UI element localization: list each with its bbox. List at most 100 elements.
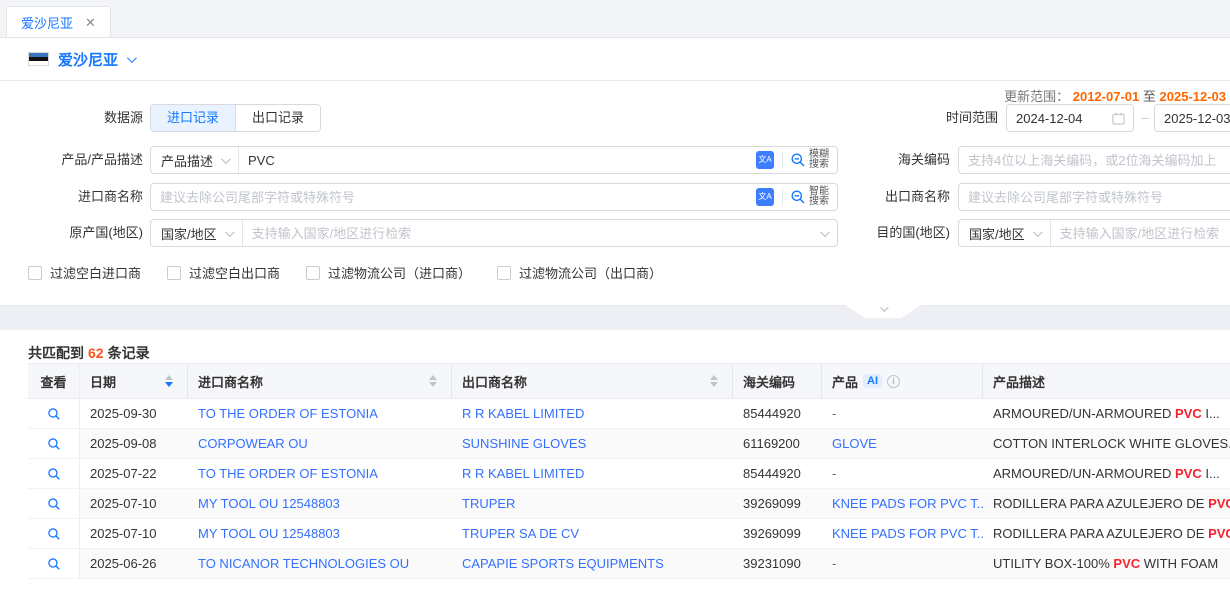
exporter-name-input[interactable]: [959, 184, 1230, 210]
chevron-down-icon: [221, 154, 231, 164]
hs-code-cell: 85444920: [733, 406, 822, 421]
exporter-name-label: 出口商名称: [650, 183, 950, 211]
view-cell: [28, 549, 80, 578]
exporter-link[interactable]: TRUPER: [462, 496, 515, 511]
checkbox-icon[interactable]: [167, 266, 181, 280]
header-product: 产品 AI i: [822, 364, 983, 398]
highlighted-term: PVC: [1175, 406, 1202, 421]
results-panel: 共匹配到62条记录 查看 日期 进口商名称 出口商名称 海关编码 产品 AI i: [0, 330, 1230, 579]
sort-control-importer[interactable]: [429, 375, 437, 387]
tab-label: 爱沙尼亚: [21, 13, 73, 32]
update-range: 更新范围： 2012-07-01 至 2025-12-03: [1004, 86, 1226, 105]
view-record-button[interactable]: [47, 557, 61, 571]
view-record-button[interactable]: [47, 407, 61, 421]
results-summary: 共匹配到62条记录: [0, 330, 1230, 363]
checkbox-filter-logistics-importer[interactable]: 过滤物流公司（进口商）: [306, 263, 471, 282]
checkbox-filter-blank-exporter[interactable]: 过滤空白出口商: [167, 263, 280, 282]
close-icon[interactable]: ✕: [85, 16, 96, 29]
table-row: 2025-09-08 CORPOWEAR OU SUNSHINE GLOVES …: [28, 429, 1230, 459]
tab-estonia[interactable]: 爱沙尼亚 ✕: [6, 6, 111, 37]
origin-country-select[interactable]: 国家/地区: [151, 220, 243, 246]
exporter-link[interactable]: R R KABEL LIMITED: [462, 406, 584, 421]
destination-country-select[interactable]: 国家/地区: [959, 220, 1051, 246]
importer-link[interactable]: MY TOOL OU 12548803: [198, 496, 340, 511]
hs-code-field[interactable]: [958, 146, 1230, 174]
view-cell: [28, 459, 80, 488]
sort-control-exporter[interactable]: [710, 375, 718, 387]
header-description: 产品描述: [983, 364, 1230, 398]
view-cell: [28, 399, 80, 428]
checkbox-icon[interactable]: [28, 266, 42, 280]
table-row: 2025-09-30 TO THE ORDER OF ESTONIA R R K…: [28, 399, 1230, 429]
hs-code-cell: 39231090: [733, 556, 822, 571]
hs-code-cell: 39269099: [733, 496, 822, 511]
product-link[interactable]: KNEE PADS FOR PVC T...: [832, 526, 983, 541]
checkbox-icon[interactable]: [497, 266, 511, 280]
chevron-down-icon[interactable]: [127, 53, 137, 63]
product-type-select[interactable]: 产品描述: [151, 147, 239, 173]
hs-code-cell: 39269099: [733, 526, 822, 541]
description-cell: RODILLERA PARA AZULEJERO DE PVC: [983, 526, 1230, 541]
highlighted-term: PVC: [1175, 466, 1202, 481]
checkbox-icon[interactable]: [306, 266, 320, 280]
chevron-down-icon: [1033, 227, 1043, 237]
date-cell: 2025-07-10: [80, 526, 188, 541]
product-filter-label: 产品/产品描述: [0, 146, 143, 174]
time-range-label: 时间范围: [698, 104, 998, 132]
country-name[interactable]: 爱沙尼亚: [58, 49, 118, 70]
header-importer[interactable]: 进口商名称: [188, 364, 452, 398]
sort-control-date[interactable]: [165, 375, 173, 387]
date-cell: 2025-06-26: [80, 556, 188, 571]
description-cell: ARMOURED/UN-ARMOURED PVC I...: [983, 466, 1230, 481]
date-end-input[interactable]: [1155, 105, 1230, 131]
importer-link[interactable]: CORPOWEAR OU: [198, 436, 308, 451]
data-source-label: 数据源: [0, 104, 143, 132]
update-range-label: 更新范围：: [1004, 89, 1069, 104]
destination-country-input[interactable]: [1051, 220, 1230, 246]
date-start-field[interactable]: [1006, 104, 1134, 132]
exporter-link[interactable]: CAPAPIE SPORTS EQUIPMENTS: [462, 556, 664, 571]
description-cell: COTTON INTERLOCK WHITE GLOVES...: [983, 436, 1230, 451]
view-record-button[interactable]: [47, 437, 61, 451]
view-cell: [28, 429, 80, 458]
table-row: 2025-06-26 TO NICANOR TECHNOLOGIES OU CA…: [28, 549, 1230, 579]
product-link[interactable]: KNEE PADS FOR PVC T...: [832, 496, 983, 511]
highlighted-term: PVC: [1208, 526, 1230, 541]
export-records-button[interactable]: 出口记录: [235, 105, 320, 131]
chevron-down-icon: [225, 227, 235, 237]
importer-link[interactable]: TO NICANOR TECHNOLOGIES OU: [198, 556, 409, 571]
product-cell: -: [832, 466, 836, 481]
exporter-link[interactable]: SUNSHINE GLOVES: [462, 436, 586, 451]
date-start-input[interactable]: [1007, 105, 1112, 131]
info-icon[interactable]: i: [887, 375, 900, 388]
importer-link[interactable]: MY TOOL OU 12548803: [198, 526, 340, 541]
hs-code-label: 海关编码: [650, 146, 950, 174]
destination-country-label: 目的国(地区): [650, 219, 950, 247]
view-record-button[interactable]: [47, 467, 61, 481]
highlighted-term: PVC: [1113, 556, 1140, 571]
highlighted-term: PVC: [1208, 496, 1230, 511]
checkbox-filter-logistics-exporter[interactable]: 过滤物流公司（出口商）: [497, 263, 662, 282]
filter-panel: 更新范围： 2012-07-01 至 2025-12-03 数据源 进口记录 出…: [0, 80, 1230, 306]
exporter-name-field[interactable]: [958, 183, 1230, 211]
description-cell: UTILITY BOX-100% PVC WITH FOAM: [983, 556, 1230, 571]
view-record-button[interactable]: [47, 527, 61, 541]
destination-country-group: 国家/地区: [958, 219, 1230, 247]
importer-link[interactable]: TO THE ORDER OF ESTONIA: [198, 466, 378, 481]
import-records-button[interactable]: 进口记录: [151, 105, 235, 131]
importer-link[interactable]: TO THE ORDER OF ESTONIA: [198, 406, 378, 421]
exporter-link[interactable]: R R KABEL LIMITED: [462, 466, 584, 481]
header-date[interactable]: 日期: [80, 364, 188, 398]
update-range-to: 2025-12-03: [1160, 89, 1227, 104]
hs-code-input[interactable]: [959, 147, 1230, 173]
date-cell: 2025-09-08: [80, 436, 188, 451]
panel-gap: [0, 306, 1230, 330]
date-end-field[interactable]: [1154, 104, 1230, 132]
update-range-from: 2012-07-01: [1073, 89, 1140, 104]
exporter-link[interactable]: TRUPER SA DE CV: [462, 526, 579, 541]
product-link[interactable]: GLOVE: [832, 436, 877, 451]
date-range-dash: –: [1138, 104, 1152, 132]
view-record-button[interactable]: [47, 497, 61, 511]
header-exporter[interactable]: 出口商名称: [452, 364, 733, 398]
checkbox-filter-blank-importer[interactable]: 过滤空白进口商: [28, 263, 141, 282]
